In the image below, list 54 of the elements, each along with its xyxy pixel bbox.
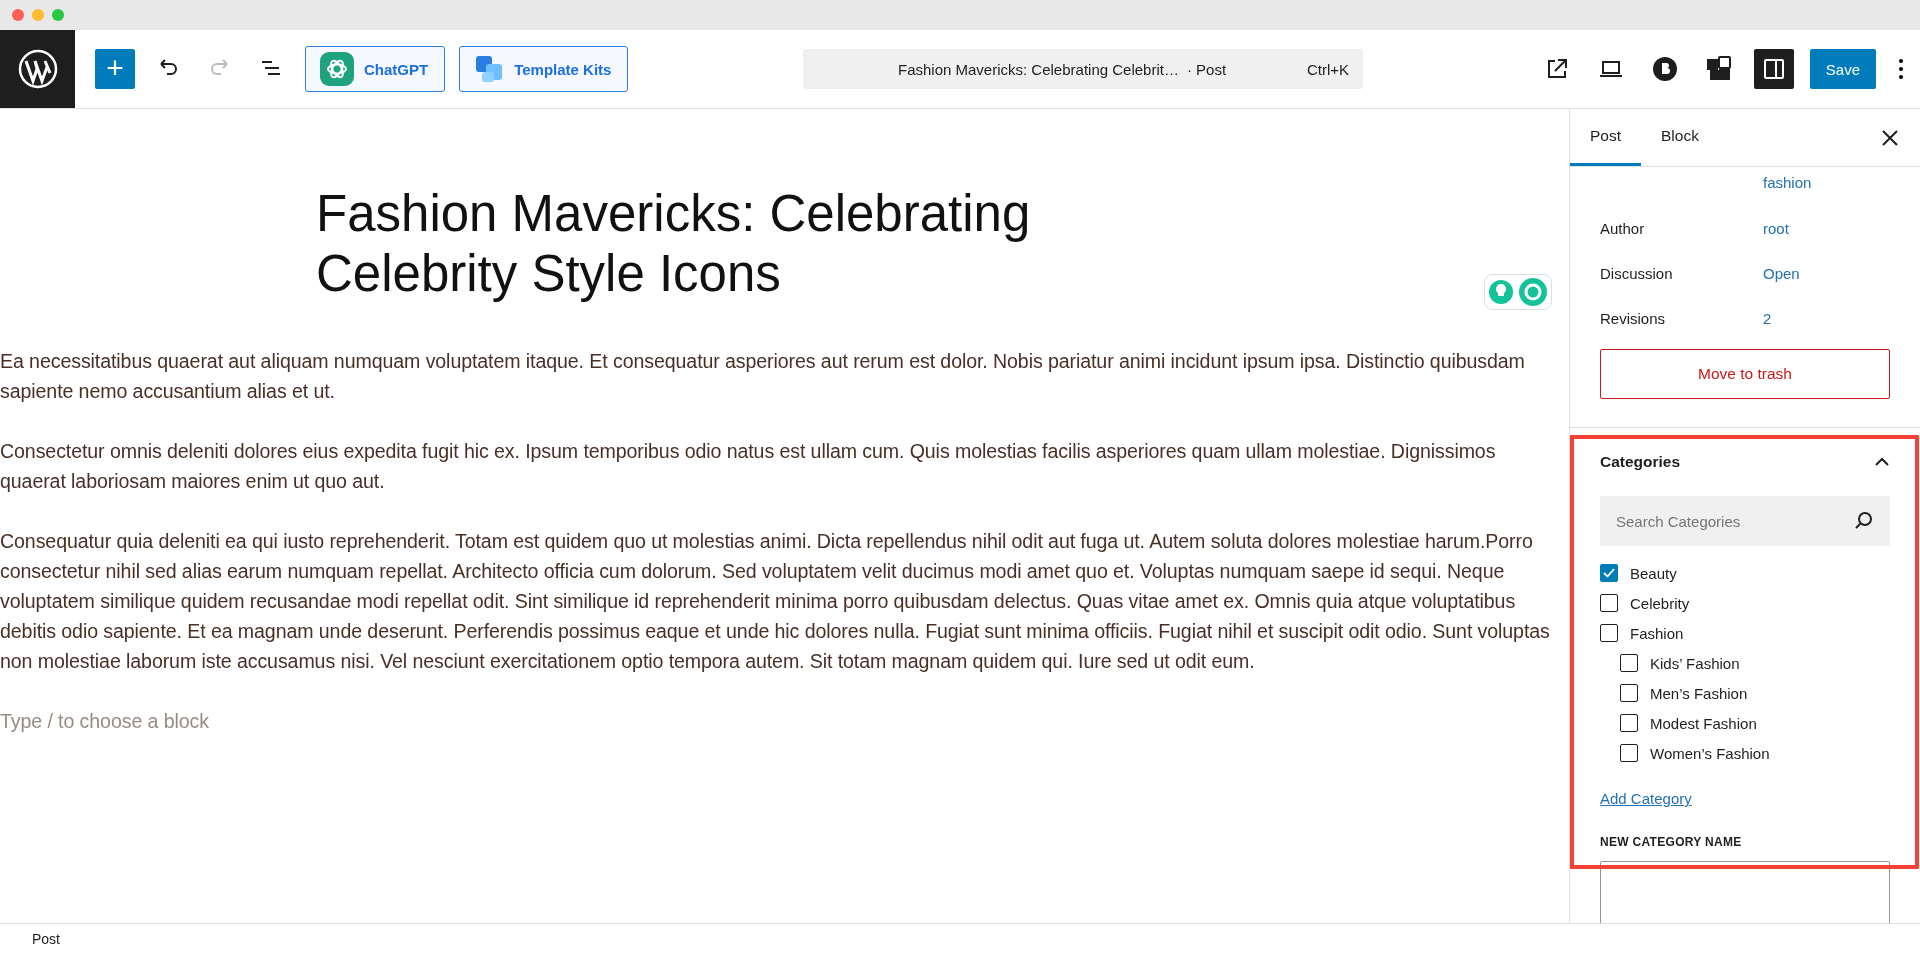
sidebar-tab[interactable]: Block bbox=[1641, 109, 1719, 166]
squares-icon bbox=[474, 54, 505, 84]
blocks-icon bbox=[1705, 56, 1732, 82]
checkbox[interactable] bbox=[1620, 684, 1638, 702]
checkbox[interactable] bbox=[1620, 714, 1638, 732]
close-dot[interactable] bbox=[12, 9, 24, 21]
chatgpt-button[interactable]: ChatGPT bbox=[305, 46, 446, 92]
command-palette-button[interactable]: Fashion Mavericks: Celebrating Celebrit… · Post Ctrl+K bbox=[803, 49, 1364, 89]
search-icon bbox=[1854, 511, 1874, 531]
add-category-link[interactable]: Add Category bbox=[1600, 790, 1692, 807]
paragraph[interactable]: Consequatur quia deleniti ea qui iusto reprehenderit. Totam est quidem quo ut molestias animi. Dicta repellendus nihil odit aut fuga ut. Autem soluta dolores molestiae harum.Porro consectetur nihil sed alias earum numquam repellat. Architecto officia cum dolorum. Sed voluptatem velit ducimus modi amet quo et. Voluptas numquam saepe id sequi. Neque voluptatem similique quidem recusandae modi repellat odit. Sint similique id reprehenderit minima porro quibusdam delectus. Quas vitae amet ex. Omnis quia atque voluptatibus debitis odio sapiente. Et ea magnam unde deserunt. Perferendis possimus eaque et unde hic dolores nulla. Fugiat sunt minima officiis. Fugiat nihil et suscipit odit odio. Sunt voluptas non molestiae laborum iste accusamus nisi. Vel nesciunt exercitationem optio tempora autem. Sit totam magnam quidem qui. Iure sed ut odit eum. bbox=[0, 526, 1562, 676]
paragraph[interactable]: Consectetur omnis deleniti dolores eius expedita fugit hic ex. Ipsum temporibus odio natus est ullam cum. Quis molestias facilis asperiores quam ullam molestiae. Dignissimos quaerat laboriosam maiores enim ut quo aut. bbox=[0, 436, 1562, 496]
checkbox[interactable] bbox=[1600, 564, 1618, 582]
field-label: Author bbox=[1600, 220, 1646, 237]
minimize-dot[interactable] bbox=[32, 9, 44, 21]
category-label[interactable]: Beauty bbox=[1630, 564, 1677, 582]
paragraph[interactable]: Ea necessitatibus quaerat aut aliquam numquam voluptatem itaque. Et consequatur asperiores aut rerum est dolor. Nobis pariatur animi incidunt ipsum ipsa. Distinctio quibusdam sapiente nemo accusantium alias et ut. bbox=[0, 346, 1562, 406]
search-field[interactable]: Search Categories bbox=[1600, 496, 1890, 546]
wordpress-menu-button[interactable] bbox=[0, 30, 75, 108]
field-label: NEW CATEGORY NAME bbox=[1600, 835, 1743, 849]
category-label[interactable]: Celebrity bbox=[1630, 594, 1690, 612]
category-label[interactable]: Men’s Fashion bbox=[1650, 684, 1748, 702]
checkmark-icon bbox=[1602, 566, 1616, 580]
checkbox[interactable] bbox=[1620, 744, 1638, 762]
field-value-link[interactable]: root bbox=[1763, 220, 1890, 237]
breadcrumb[interactable]: Post bbox=[32, 931, 60, 947]
wordpress-logo[interactable] bbox=[17, 49, 58, 89]
knot-logo-icon bbox=[320, 52, 354, 86]
grammarly-icon bbox=[1484, 274, 1552, 310]
category-label[interactable]: Women’s Fashion bbox=[1650, 744, 1770, 762]
category-label[interactable]: Modest Fashion bbox=[1650, 714, 1757, 732]
chevron-up-icon bbox=[1874, 456, 1890, 468]
maximize-dot[interactable] bbox=[52, 9, 64, 21]
close-icon bbox=[1880, 127, 1900, 148]
field-value-link[interactable]: 2 bbox=[1763, 310, 1890, 327]
more-vertical-icon bbox=[1898, 57, 1904, 81]
field-label: Revisions bbox=[1600, 310, 1667, 327]
field-label: Discussion bbox=[1600, 265, 1674, 282]
move-to-trash-button[interactable]: Move to trash bbox=[1600, 349, 1890, 399]
letter-circle-icon bbox=[1651, 56, 1678, 82]
add-block-button[interactable]: + bbox=[95, 49, 135, 89]
save-button[interactable]: Save bbox=[1809, 49, 1876, 89]
template-kits-button[interactable]: Template Kits bbox=[459, 46, 629, 92]
checkbox[interactable] bbox=[1600, 624, 1618, 642]
excerpt-link[interactable]: fashion bbox=[1763, 167, 1890, 206]
field-value-link[interactable]: Open bbox=[1763, 265, 1890, 282]
checkbox[interactable] bbox=[1620, 654, 1638, 672]
category-label[interactable]: Kids’ Fashion bbox=[1650, 654, 1740, 672]
checkbox[interactable] bbox=[1600, 594, 1618, 612]
sidebar-tab[interactable]: Post bbox=[1570, 109, 1641, 166]
post-title[interactable]: Fashion Mavericks: Celebrating Celebrity Style Icons bbox=[316, 184, 1076, 304]
categories-panel-toggle[interactable]: Categories bbox=[1600, 428, 1890, 496]
category-label[interactable]: Fashion bbox=[1630, 624, 1684, 642]
sidebar-toggle-button[interactable] bbox=[1753, 49, 1794, 89]
